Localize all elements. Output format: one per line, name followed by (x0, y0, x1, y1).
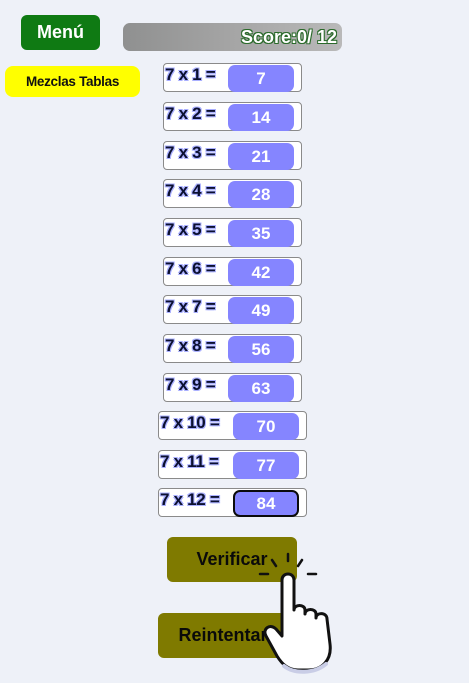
equation-label: 7 x 11 = (160, 452, 219, 471)
answer-input[interactable]: 14 (228, 104, 294, 131)
table-row: 7 x 1 = 7 (163, 63, 302, 92)
equation-label: 7 x 10 = (160, 413, 220, 432)
table-row: 7 x 12 = 84 (158, 488, 307, 517)
table-row: 7 x 6 = 42 (163, 257, 302, 286)
answer-input[interactable]: 35 (228, 220, 294, 247)
verify-button[interactable]: Verificar (167, 537, 297, 582)
retry-button[interactable]: Reintentar (158, 613, 288, 658)
equation-label: 7 x 12 = (160, 490, 220, 509)
equation-label: 7 x 4 = (165, 181, 216, 200)
equation-label: 7 x 6 = (165, 259, 216, 278)
equation-label: 7 x 9 = (165, 375, 216, 394)
table-row: 7 x 2 = 14 (163, 102, 302, 131)
mix-tables-button[interactable]: Mezclas Tablas (5, 66, 140, 97)
table-row: 7 x 3 = 21 (163, 141, 302, 170)
answer-input[interactable]: 70 (233, 413, 299, 440)
answer-input[interactable]: 63 (228, 375, 294, 402)
answer-input[interactable]: 42 (228, 259, 294, 286)
answer-input[interactable]: 77 (233, 452, 299, 479)
answer-input[interactable]: 21 (228, 143, 294, 170)
equation-label: 7 x 5 = (165, 220, 216, 239)
table-row: 7 x 4 = 28 (163, 179, 302, 208)
table-row: 7 x 5 = 35 (163, 218, 302, 247)
page: Menú Score:0/ 12 Mezclas Tablas 7 x 1 = … (0, 0, 469, 683)
table-row: 7 x 8 = 56 (163, 334, 302, 363)
answer-input[interactable]: 7 (228, 65, 294, 92)
equation-label: 7 x 2 = (165, 104, 216, 123)
equation-label: 7 x 7 = (165, 297, 216, 316)
table-row: 7 x 9 = 63 (163, 373, 302, 402)
answer-input-focused[interactable]: 84 (233, 490, 299, 517)
score-text: Score:0/ 12 (240, 26, 337, 47)
score-bar: Score:0/ 12 (123, 23, 342, 51)
equation-label: 7 x 8 = (165, 336, 216, 355)
equation-label: 7 x 1 = (165, 65, 216, 84)
table-row: 7 x 10 = 70 (158, 411, 307, 440)
answer-input[interactable]: 56 (228, 336, 294, 363)
table-row: 7 x 7 = 49 (163, 295, 302, 324)
menu-button[interactable]: Menú (21, 15, 100, 50)
answer-input[interactable]: 49 (228, 297, 294, 324)
answer-input[interactable]: 28 (228, 181, 294, 208)
equation-label: 7 x 3 = (165, 143, 216, 162)
table-row: 7 x 11 = 77 (158, 450, 307, 479)
